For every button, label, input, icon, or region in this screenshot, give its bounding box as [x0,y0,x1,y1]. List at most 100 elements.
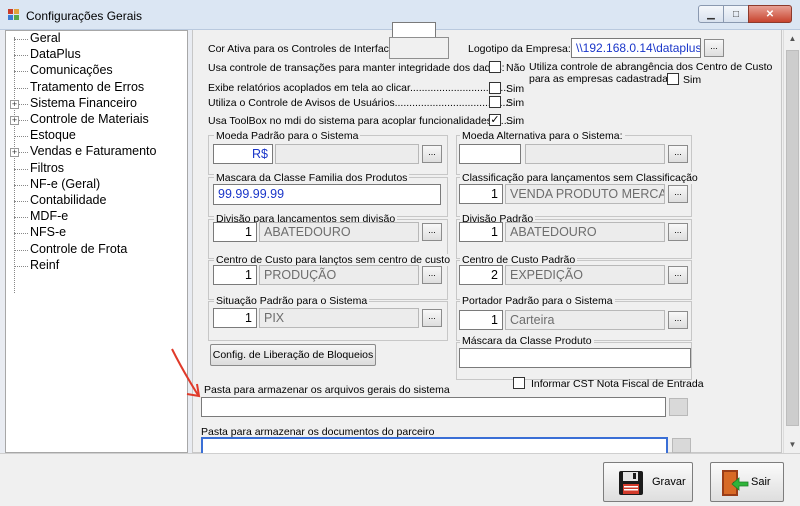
scroll-thumb[interactable] [786,50,799,426]
vertical-scrollbar[interactable]: ▲ ▼ [783,30,800,453]
cc-sem-desc: PRODUÇÃO [259,265,419,285]
tree-item[interactable]: Estoque [6,128,186,144]
logotipo-field[interactable]: \\192.168.0.14\dataplus\ [571,38,701,58]
tree-item-label: Filtros [30,160,65,175]
mascara-classe-field[interactable] [459,348,691,368]
expand-icon[interactable]: + [10,148,19,158]
tree-guide [14,71,28,73]
abrangencia-option: Sim [683,74,702,86]
classificacao-search-button[interactable]: ... [668,185,688,203]
situacao-label: Situação Padrão para o Sistema [214,295,370,307]
tree-item[interactable]: Geral [6,31,186,47]
scroll-down-icon[interactable]: ▼ [784,436,800,453]
cc-sem-search-button[interactable]: ... [422,266,442,284]
scroll-up-icon[interactable]: ▲ [784,30,800,47]
moeda-padrao-desc [275,144,419,164]
close-button[interactable]: ✕ [748,5,792,23]
tree-item[interactable]: + Vendas e Faturamento [6,144,186,160]
tree-item-label: Sistema Financeiro [30,95,137,110]
situacao-code-field[interactable]: 1 [213,308,257,328]
transacoes-checkbox[interactable] [489,61,501,73]
tree-item[interactable]: + Controle de Materiais [6,112,186,128]
relatorios-label: Exibe relatórios acoplados em tela ao cl… [208,82,510,94]
expand-icon[interactable]: + [10,116,19,125]
cc-padrao-code-field[interactable]: 2 [459,265,503,285]
mascara-familia-label: Mascara da Classe Familia dos Produtos [214,172,410,184]
sair-button[interactable]: Sair [710,462,784,502]
tree-guide [14,201,28,202]
avisos-option: Sim [506,97,525,109]
tree-item[interactable]: Controle de Frota [6,242,186,258]
footer-bar: Gravar Sair [0,453,800,506]
abrangencia-label-1: Utiliza controle de abrangência dos Cent… [529,61,773,73]
tree-guide [14,265,28,267]
tree-item[interactable]: NFS-e [6,225,186,241]
tree-item[interactable]: NF-e (Geral) [6,177,186,193]
moeda-padrao-search-button[interactable]: ... [422,145,442,163]
moeda-padrao-field[interactable]: R$ [213,144,273,164]
portador-code-field[interactable]: 1 [459,310,503,330]
minimize-button[interactable]: ▁ [698,5,724,23]
mascara-classe-label: Máscara da Classe Produto [460,335,594,347]
classificacao-code-field[interactable]: 1 [459,184,503,204]
moeda-alt-label: Moeda Alternativa para o Sistema: [460,130,625,142]
tree-item[interactable]: Filtros [6,161,186,177]
tree-item[interactable]: Contabilidade [6,193,186,209]
tree-item[interactable]: DataPlus [6,47,186,63]
pasta-gerais-browse-button[interactable] [669,398,688,416]
moeda-padrao-label: Moeda Padrão para o Sistema [214,130,361,142]
moeda-alt-search-button[interactable]: ... [668,145,688,163]
divisao-padrao-desc: ABATEDOURO [505,222,665,242]
moeda-alt-field[interactable] [459,144,521,164]
tree-guide [14,217,28,219]
pasta-parceiro-browse-button[interactable] [672,438,691,453]
tree-guide [14,136,28,138]
cor-ativa-label: Cor Ativa para os Controles de Interface [208,43,395,55]
cc-sem-code-field[interactable]: 1 [213,265,257,285]
gravar-label: Gravar [652,476,686,488]
toolbox-checkbox[interactable]: ✓ [489,114,501,126]
classificacao-label: Classificação para lançamentos sem Class… [460,172,700,184]
tree-guide [14,233,28,235]
cor-ativa-swatch[interactable] [389,37,449,59]
tree-item-label: NF-e (Geral) [30,176,101,191]
abrangencia-checkbox[interactable] [667,73,679,85]
tree-item[interactable]: + Sistema Financeiro [6,96,186,112]
sair-label: Sair [751,476,771,488]
expand-icon[interactable]: + [10,99,19,109]
mascara-familia-field[interactable]: 99.99.99.99 [213,184,441,205]
tree-item[interactable]: MDF-e [6,209,186,225]
portador-label: Portador Padrão para o Sistema [460,295,615,307]
relatorios-checkbox[interactable] [489,82,501,94]
portador-search-button[interactable]: ... [668,311,688,329]
app-icon [8,9,19,20]
moeda-alt-desc [525,144,665,164]
divisao-padrao-search-button[interactable]: ... [668,223,688,241]
tree-item-label: Vendas e Faturamento [30,144,157,159]
maximize-button[interactable]: □ [723,5,749,23]
divisao-padrao-code-field[interactable]: 1 [459,222,503,242]
tree-item[interactable]: Comunicações [6,63,186,79]
divisao-sem-desc: ABATEDOURO [259,222,419,242]
divisao-sem-search-button[interactable]: ... [422,223,442,241]
annotation-arrow-icon [171,348,201,398]
pasta-gerais-label: Pasta para armazenar os arquivos gerais … [204,384,450,396]
cst-checkbox[interactable] [513,377,525,389]
top-clipped-field[interactable] [392,22,436,38]
pasta-gerais-field[interactable] [201,397,666,417]
liberacao-bloqueios-button[interactable]: Config. de Liberação de Bloqueios [210,344,376,366]
tree-item[interactable]: Reinf [6,258,186,274]
divisao-sem-code-field[interactable]: 1 [213,222,257,242]
situacao-desc: PIX [259,308,419,328]
tree-item[interactable]: Tratamento de Erros [6,80,186,96]
tree-item-label: Controle de Materiais [30,112,149,126]
logotipo-browse-button[interactable]: ... [704,39,724,57]
transacoes-option: Não [506,62,526,74]
situacao-search-button[interactable]: ... [422,309,442,327]
tree-item-label: Contabilidade [30,193,107,207]
avisos-label: Utiliza o Controle de Avisos de Usuários… [208,97,512,109]
cc-padrao-search-button[interactable]: ... [668,266,688,284]
gravar-button[interactable]: Gravar [603,462,693,502]
avisos-checkbox[interactable] [489,96,501,108]
portador-desc: Carteira [505,310,665,330]
